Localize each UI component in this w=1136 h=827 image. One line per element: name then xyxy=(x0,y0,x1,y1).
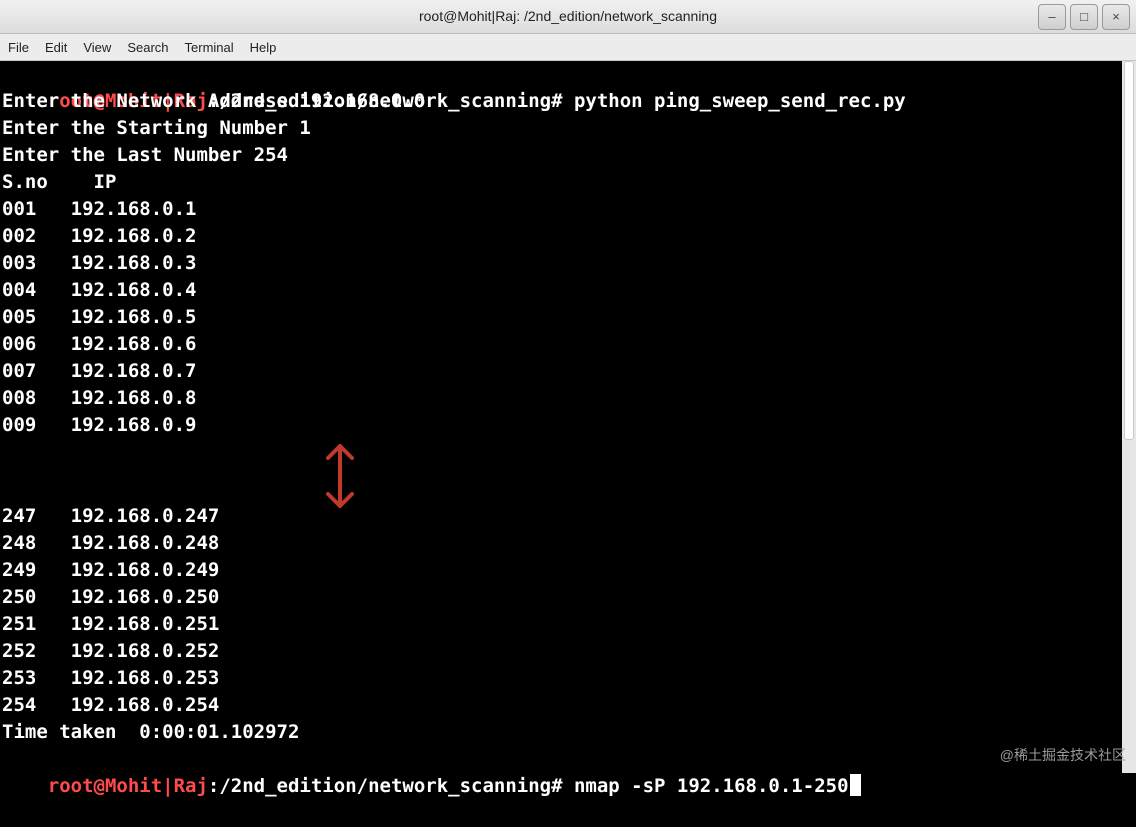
table-row: 007 192.168.0.7 xyxy=(2,360,197,382)
table-row: 250 192.168.0.250 xyxy=(2,586,220,608)
table-row: 001 192.168.0.1 xyxy=(2,198,197,220)
prompt-line: root@Mohit|Raj:/2nd_edition/network_scan… xyxy=(2,61,906,112)
table-row: 008 192.168.0.8 xyxy=(2,387,197,409)
table-row: 006 192.168.0.6 xyxy=(2,333,197,355)
table-row: 005 192.168.0.5 xyxy=(2,306,197,328)
table-row: 009 192.168.0.9 xyxy=(2,414,197,436)
menu-bar: File Edit View Search Terminal Help xyxy=(0,34,1136,61)
maximize-button[interactable]: □ xyxy=(1070,4,1098,30)
table-row: 253 192.168.0.253 xyxy=(2,667,220,689)
table-row: 003 192.168.0.3 xyxy=(2,252,197,274)
output-line: Enter the Starting Number 1 xyxy=(2,117,311,139)
scroll-thumb[interactable] xyxy=(1124,61,1134,440)
table-header: S.no IP xyxy=(2,171,117,193)
table-row: 247 192.168.0.247 xyxy=(2,505,220,527)
table-row: 249 192.168.0.249 xyxy=(2,559,220,581)
menu-file[interactable]: File xyxy=(0,40,37,55)
window-title: root@Mohit|Raj: /2nd_edition/network_sca… xyxy=(418,8,718,24)
command-text: nmap -sP 192.168.0.1-250 xyxy=(562,775,849,797)
close-button[interactable]: × xyxy=(1102,4,1130,30)
menu-help[interactable]: Help xyxy=(242,40,285,55)
table-row: 002 192.168.0.2 xyxy=(2,225,197,247)
window-controls: – □ × xyxy=(1038,4,1130,30)
minimize-button[interactable]: – xyxy=(1038,4,1066,30)
command-text: python ping_sweep_send_rec.py xyxy=(562,90,906,112)
menu-view[interactable]: View xyxy=(75,40,119,55)
vertical-scrollbar[interactable] xyxy=(1122,61,1136,773)
terminal-output[interactable]: root@Mohit|Raj:/2nd_edition/network_scan… xyxy=(0,61,1122,797)
title-bar: root@Mohit|Raj: /2nd_edition/network_sca… xyxy=(0,0,1136,34)
output-line: Enter the Last Number 254 xyxy=(2,144,288,166)
prompt-line: root@Mohit|Raj:/2nd_edition/network_scan… xyxy=(2,746,861,797)
double-arrow-icon xyxy=(326,444,354,508)
table-row: 252 192.168.0.252 xyxy=(2,640,220,662)
output-line: Enter the Network Address 192.168.0.0 xyxy=(2,90,426,112)
menu-search[interactable]: Search xyxy=(119,40,176,55)
menu-edit[interactable]: Edit xyxy=(37,40,75,55)
cursor xyxy=(849,774,861,796)
menu-terminal[interactable]: Terminal xyxy=(177,40,242,55)
prompt-user: root@Mohit|Raj xyxy=(47,775,208,797)
table-row: 004 192.168.0.4 xyxy=(2,279,197,301)
table-row: 254 192.168.0.254 xyxy=(2,694,220,716)
prompt-path: :/2nd_edition/network_scanning# xyxy=(207,775,563,797)
table-row: 248 192.168.0.248 xyxy=(2,532,220,554)
time-taken-line: Time taken 0:00:01.102972 xyxy=(2,721,300,743)
watermark: @稀土掘金技术社区 xyxy=(999,747,1126,763)
table-row: 251 192.168.0.251 xyxy=(2,613,220,635)
